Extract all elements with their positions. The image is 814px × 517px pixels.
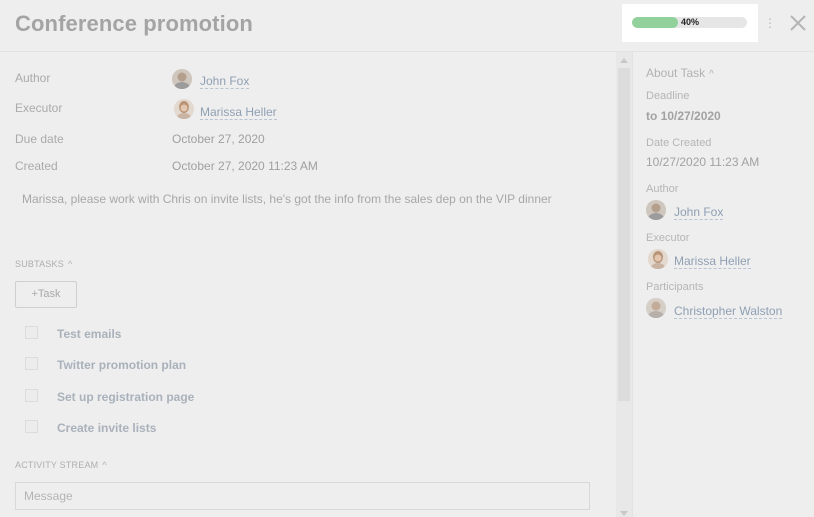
sidebar-author-label: Author [646,183,679,195]
created-label: Created [15,159,58,173]
executor-avatar[interactable] [174,99,194,119]
about-task-sidebar: About Task ^ Deadline to 10/27/2020 Date … [632,52,814,517]
task-header: Conference promotion 40% ⋮ [0,0,814,52]
subtasks-title: SUBTASKS [15,259,64,269]
participants-label: Participants [646,281,704,293]
sidebar-executor-link[interactable]: Marissa Heller [674,254,751,269]
about-task-title: About Task [646,66,706,80]
subtask-checkbox[interactable] [25,420,38,433]
main-scrollbar[interactable] [616,52,632,517]
participant-link[interactable]: Christopher Walston [674,304,783,319]
subtask-label[interactable]: Set up registration page [57,390,194,404]
executor-link[interactable]: Marissa Heller [200,105,277,120]
scroll-up-arrow-icon[interactable] [620,58,628,63]
activity-stream-header[interactable]: ACTIVITY STREAM ^ [15,460,107,470]
progress-label: 40% [681,17,700,27]
created-value: October 27, 2020 11:23 AM [172,159,318,173]
subtask-label[interactable]: Test emails [57,327,121,341]
author-avatar[interactable] [172,69,192,89]
task-description: Marissa, please work with Chris on invit… [22,192,552,206]
progress-widget[interactable]: 40% [622,4,758,42]
date-created-label: Date Created [646,137,712,149]
message-input[interactable] [15,482,590,510]
chevron-up-icon[interactable]: ^ [102,460,106,470]
author-label: Author [15,71,51,85]
page-title: Conference promotion [15,11,253,36]
author-link[interactable]: John Fox [200,74,250,89]
subtask-checkbox[interactable] [25,357,38,370]
subtask-label[interactable]: Create invite lists [57,421,156,435]
activity-stream-title: ACTIVITY STREAM [15,460,99,470]
about-task-header[interactable]: About Task ^ [646,66,714,80]
close-icon[interactable] [788,12,808,34]
due-date-value[interactable]: October 27, 2020 [172,132,265,146]
due-date-label: Due date [15,132,64,146]
date-created-value: 10/27/2020 11:23 AM [646,155,760,169]
sidebar-executor-avatar[interactable] [648,249,668,269]
sidebar-author-link[interactable]: John Fox [674,205,724,220]
add-task-button[interactable]: +Task [15,281,77,308]
subtask-checkbox[interactable] [25,326,38,339]
executor-label: Executor [15,101,63,115]
subtasks-header[interactable]: SUBTASKS ^ [15,259,72,269]
scroll-thumb[interactable] [618,68,630,401]
task-main-panel: Author John Fox Executor Marissa Heller … [0,52,616,517]
more-vertical-icon[interactable]: ⋮ [764,16,776,30]
chevron-up-icon[interactable]: ^ [68,259,72,269]
sidebar-executor-label: Executor [646,232,690,244]
progress-fill [632,17,678,28]
subtask-label[interactable]: Twitter promotion plan [57,358,186,372]
sidebar-author-avatar[interactable] [646,200,666,220]
deadline-label: Deadline [646,90,690,102]
chevron-up-icon[interactable]: ^ [709,69,714,80]
scroll-down-arrow-icon[interactable] [620,511,628,516]
participant-avatar[interactable] [646,298,666,318]
deadline-value[interactable]: to 10/27/2020 [646,109,721,123]
subtask-checkbox[interactable] [25,389,38,402]
